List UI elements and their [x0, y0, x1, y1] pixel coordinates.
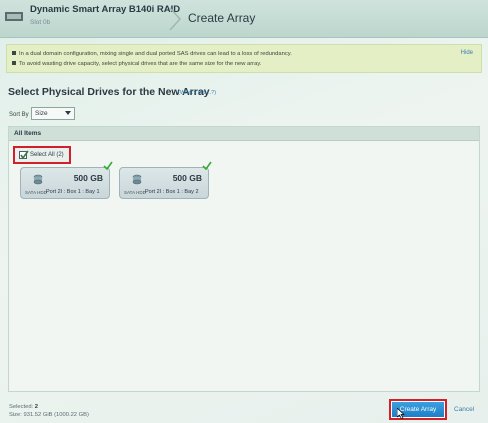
drive-capacity: 500 GB — [73, 173, 103, 183]
controller-name: Dynamic Smart Array B140i RAID — [30, 4, 181, 15]
hard-drive-icon — [132, 174, 142, 185]
banner-text-2: To avoid wasting drive capacity, select … — [19, 61, 262, 67]
sort-by-value: Size — [35, 110, 48, 117]
panel-header: All Items — [9, 127, 479, 141]
info-banner: In a dual domain configuration, mixing s… — [6, 44, 482, 73]
hpe-logo-icon — [5, 12, 23, 21]
selected-size: Size: 931.52 GiB (1000.22 GB) — [9, 412, 89, 418]
banner-line-2: To avoid wasting drive capacity, select … — [12, 61, 261, 67]
banner-line-1: In a dual domain configuration, mixing s… — [12, 51, 292, 57]
mouse-pointer-icon — [397, 408, 405, 419]
drive-location: Port 2I : Box 1 : Bay 2 — [145, 189, 199, 195]
controller-slot: Slot 0b — [30, 19, 51, 26]
sort-by-label: Sort By — [9, 112, 29, 118]
hard-drive-icon — [33, 174, 43, 185]
drive-location: Port 2I : Box 1 : Bay 1 — [46, 189, 100, 195]
selected-label: Selected: — [9, 404, 34, 410]
whats-this-link[interactable]: (What's this...?) — [178, 90, 216, 96]
selected-check-icon — [202, 161, 212, 171]
select-all-checkbox[interactable]: Select All (2) — [13, 146, 71, 164]
page-title: Create Array — [188, 11, 256, 25]
breadcrumb-chevron-icon — [169, 7, 182, 31]
header-bar: Dynamic Smart Array B140i RAID Slot 0b C… — [0, 0, 488, 38]
drive-type: SATA HDD — [124, 190, 146, 195]
drives-panel: All Items Select All (2) 500 GB SATA HDD… — [8, 126, 480, 392]
selected-value: 2 — [34, 404, 39, 410]
checkbox-checked-icon[interactable] — [19, 150, 29, 160]
size-value: 931.52 GiB (1000.22 GB) — [23, 412, 89, 418]
banner-text-1: In a dual domain configuration, mixing s… — [19, 51, 292, 57]
chevron-down-icon — [65, 111, 71, 115]
drive-tile[interactable]: 500 GB SATA HDD Port 2I : Box 1 : Bay 2 — [119, 161, 212, 199]
hide-banner-link[interactable]: Hide — [461, 50, 473, 56]
sort-by-select[interactable]: Size — [31, 107, 75, 120]
drive-capacity: 500 GB — [172, 173, 202, 183]
drive-type: SATA HDD — [25, 190, 47, 195]
cancel-button[interactable]: Cancel — [454, 406, 474, 413]
bullet-icon — [12, 51, 16, 56]
size-label: Size: — [9, 412, 22, 418]
panel-heading: All Items — [14, 130, 42, 137]
drive-tile[interactable]: 500 GB SATA HDD Port 2I : Box 1 : Bay 1 — [20, 161, 113, 199]
bullet-icon — [12, 61, 16, 66]
selected-check-icon — [103, 161, 113, 171]
selected-count: Selected: 2 — [9, 404, 38, 410]
select-all-label: Select All (2) — [30, 152, 64, 158]
